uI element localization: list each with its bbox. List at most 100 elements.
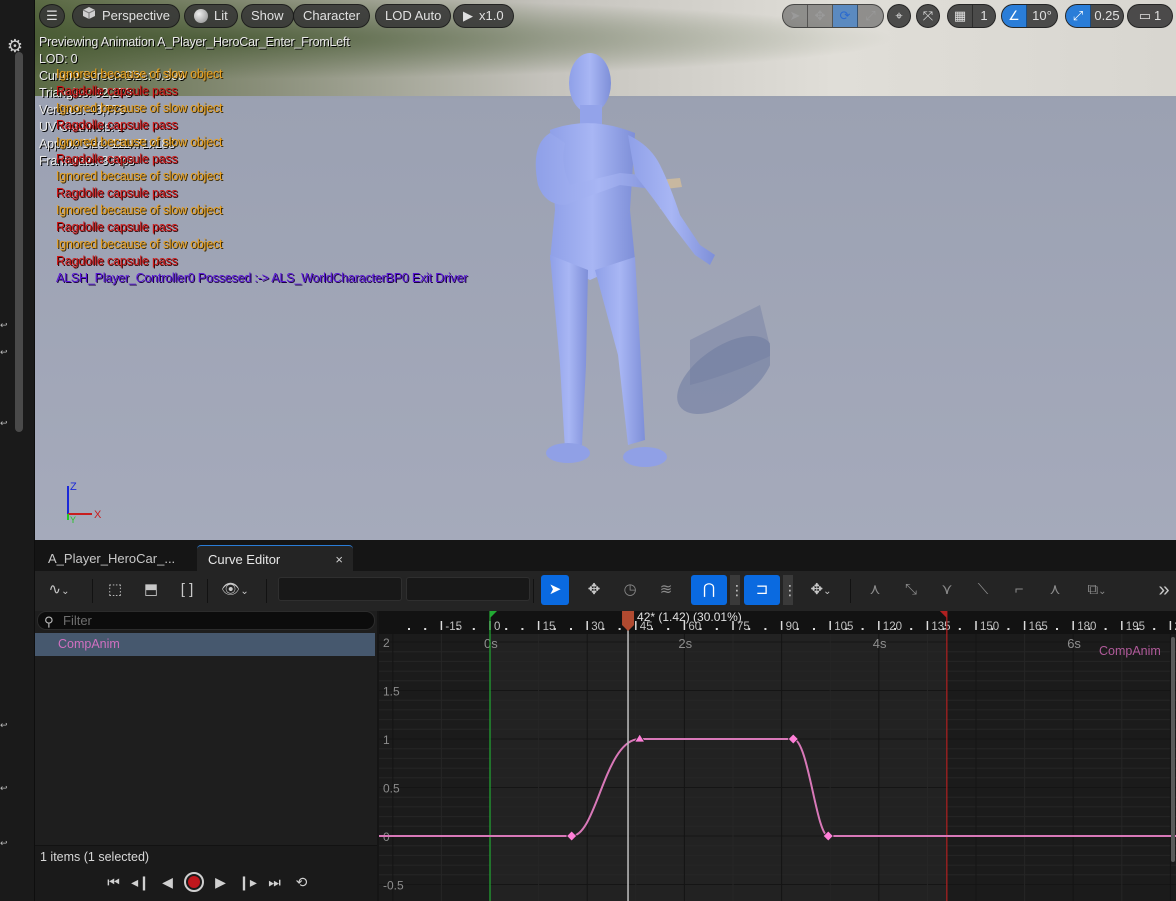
reset-arrow-icon[interactable]: ↩	[0, 720, 8, 731]
value-snap-button[interactable]: ⊐	[744, 575, 780, 605]
grid-snap-value[interactable]: 1	[973, 5, 995, 27]
grid-snap-toggle[interactable]: ▦	[948, 5, 973, 27]
rotation-snap-group[interactable]: ∠ 10°	[1001, 4, 1058, 28]
ruler-frame-label: 195	[1126, 621, 1145, 633]
close-tab-icon[interactable]: ×	[335, 546, 343, 574]
curve-filter-dropdown[interactable]: ⧉⌄	[1077, 575, 1117, 605]
reset-arrow-icon[interactable]: ↩	[0, 838, 8, 849]
play-reverse-icon[interactable]: ◀	[157, 874, 178, 891]
visibility-dropdown[interactable]: 👁⌄	[215, 575, 255, 605]
rotate-icon: ⟳	[839, 8, 851, 23]
show-label: Show	[251, 8, 284, 23]
debug-message-error: Ragdolle capsule pass	[56, 220, 178, 234]
left-panel-scrollbar[interactable]	[15, 52, 23, 432]
play-icon[interactable]: ▶	[210, 874, 231, 891]
chevron-down-icon: ⌄	[823, 586, 832, 597]
constant-interp-button[interactable]: ⌐	[1005, 575, 1033, 605]
debug-message-error: Ragdolle capsule pass	[56, 254, 178, 268]
scale-mode-button[interactable]: ⤢	[858, 5, 883, 27]
curve-graph[interactable]: -150153045607590105120135150165180195210…	[379, 611, 1176, 901]
stat-line: Previewing Animation A_Player_HeroCar_En…	[39, 35, 350, 49]
linear-interp-button[interactable]: ⟍	[969, 575, 997, 605]
y-axis-label: 2	[383, 636, 390, 650]
scale-snap-value[interactable]: 0.25	[1091, 5, 1123, 27]
flatten-tangent-button[interactable]: ⋏	[1041, 575, 1069, 605]
curve-view-mode-dropdown[interactable]: ∿⌄	[41, 575, 77, 605]
frame-all-button[interactable]: [ ]	[173, 575, 201, 605]
character-button[interactable]: Character	[293, 4, 371, 28]
time-axis-label: 2s	[678, 636, 692, 651]
world-local-button[interactable]: ⌖	[887, 4, 911, 28]
step-back-icon[interactable]: ◂❙	[130, 874, 151, 891]
ruler-minor-tick	[570, 628, 572, 630]
grid-snap-group[interactable]: ▦ 1	[947, 4, 996, 28]
multi-scale-tool-button[interactable]: ≋	[652, 575, 680, 605]
search-icon: ⚲	[44, 614, 54, 629]
value-snap-options[interactable]: ⋮	[783, 575, 797, 605]
character-mesh	[535, 53, 770, 467]
zoom-to-fit-selected-button[interactable]: ⬚	[101, 575, 129, 605]
loop-icon[interactable]: ⟲	[291, 874, 312, 891]
show-button[interactable]: Show	[241, 4, 294, 28]
tab-label: A_Player_HeroCar_...	[48, 551, 176, 566]
key-time-input[interactable]	[278, 577, 402, 601]
curve-filter-icon: ⧉	[1087, 581, 1099, 598]
reset-arrow-icon[interactable]: ↩	[0, 320, 8, 331]
lod-button[interactable]: LOD Auto	[375, 4, 452, 28]
viewport-menu-button[interactable]: ☰	[39, 4, 65, 28]
scale-snap-toggle[interactable]: ⤢	[1066, 5, 1091, 27]
curve-graph-svg[interactable]: -150153045607590105120135150165180195210…	[379, 611, 1176, 901]
play-speed-label: x1.0	[479, 8, 504, 23]
ruler-minor-tick	[715, 628, 718, 630]
retime-tool-button[interactable]: ◷	[616, 575, 644, 605]
graph-scrollbar[interactable]	[1171, 637, 1175, 862]
tree-item-label: CompAnim	[58, 637, 120, 651]
rotation-snap-toggle[interactable]: ∠	[1002, 5, 1027, 27]
select-tool-button[interactable]: ➤	[541, 575, 569, 605]
rotate-mode-button[interactable]: ⟳	[833, 5, 858, 27]
animation-viewport[interactable]: ☰ Perspective Lit Show Character LOD Aut…	[35, 0, 1176, 540]
transform-mode-group: ➤ ✥ ⟳ ⤢	[782, 4, 884, 28]
select-mode-button[interactable]: ➤	[783, 5, 808, 27]
filter-input[interactable]: ⚲ Filter	[37, 611, 375, 630]
step-forward-icon[interactable]: ❙▸	[237, 874, 258, 891]
pre-range-shade	[379, 634, 490, 901]
camera-speed-button[interactable]: ▭ 1	[1128, 5, 1172, 27]
ruler-minor-tick	[408, 628, 410, 630]
reset-arrow-icon[interactable]: ↩	[0, 418, 8, 429]
lit-button[interactable]: Lit	[184, 4, 238, 28]
time-snap-button[interactable]: ⋂	[691, 575, 727, 605]
toolbar-overflow-button[interactable]: »	[1150, 575, 1176, 605]
key-value-input[interactable]	[406, 577, 530, 601]
debug-message-error: Ragdolle capsule pass	[56, 84, 178, 98]
record-icon[interactable]	[184, 872, 204, 892]
scale-snap-group[interactable]: ⤢ 0.25	[1065, 4, 1124, 28]
frame-playback-button[interactable]: ⬒	[137, 575, 165, 605]
axis-snap-dropdown[interactable]: ✥⌄	[801, 575, 841, 605]
transform-tool-button[interactable]: ✥	[580, 575, 608, 605]
user-tangent-button[interactable]: ⤡	[897, 575, 925, 605]
camera-speed-group[interactable]: ▭ 1	[1127, 4, 1173, 28]
playhead-label: 42* (1.42) (30.01%)	[637, 611, 742, 624]
time-snap-options[interactable]: ⋮	[730, 575, 744, 605]
ruler-minor-tick	[958, 628, 961, 630]
auto-tangent-button[interactable]: ⋏	[861, 575, 889, 605]
break-tangent-button[interactable]: ⋎	[933, 575, 961, 605]
surface-snap-button[interactable]: ⤧	[916, 4, 940, 28]
ruler-minor-tick	[1056, 628, 1058, 630]
ruler-minor-tick	[1104, 628, 1107, 630]
reset-arrow-icon[interactable]: ↩	[0, 783, 8, 794]
ruler-frame-label: -15	[445, 621, 462, 633]
translate-mode-button[interactable]: ✥	[808, 5, 833, 27]
reset-arrow-icon[interactable]: ↩	[0, 347, 8, 358]
rotation-snap-value[interactable]: 10°	[1027, 5, 1057, 27]
to-end-icon[interactable]: ⏭	[264, 874, 285, 891]
debug-message-warning: Ignored because of slow object	[56, 135, 223, 149]
tree-item-companim[interactable]: CompAnim	[35, 633, 375, 656]
tab-label: Curve Editor	[208, 552, 281, 567]
play-icon: ▶	[463, 8, 473, 23]
play-speed-button[interactable]: ▶ x1.0	[453, 4, 514, 28]
perspective-button[interactable]: Perspective	[72, 4, 180, 28]
to-start-icon[interactable]: ⏮	[103, 874, 124, 891]
multi-curve-icon: ≋	[659, 581, 673, 598]
